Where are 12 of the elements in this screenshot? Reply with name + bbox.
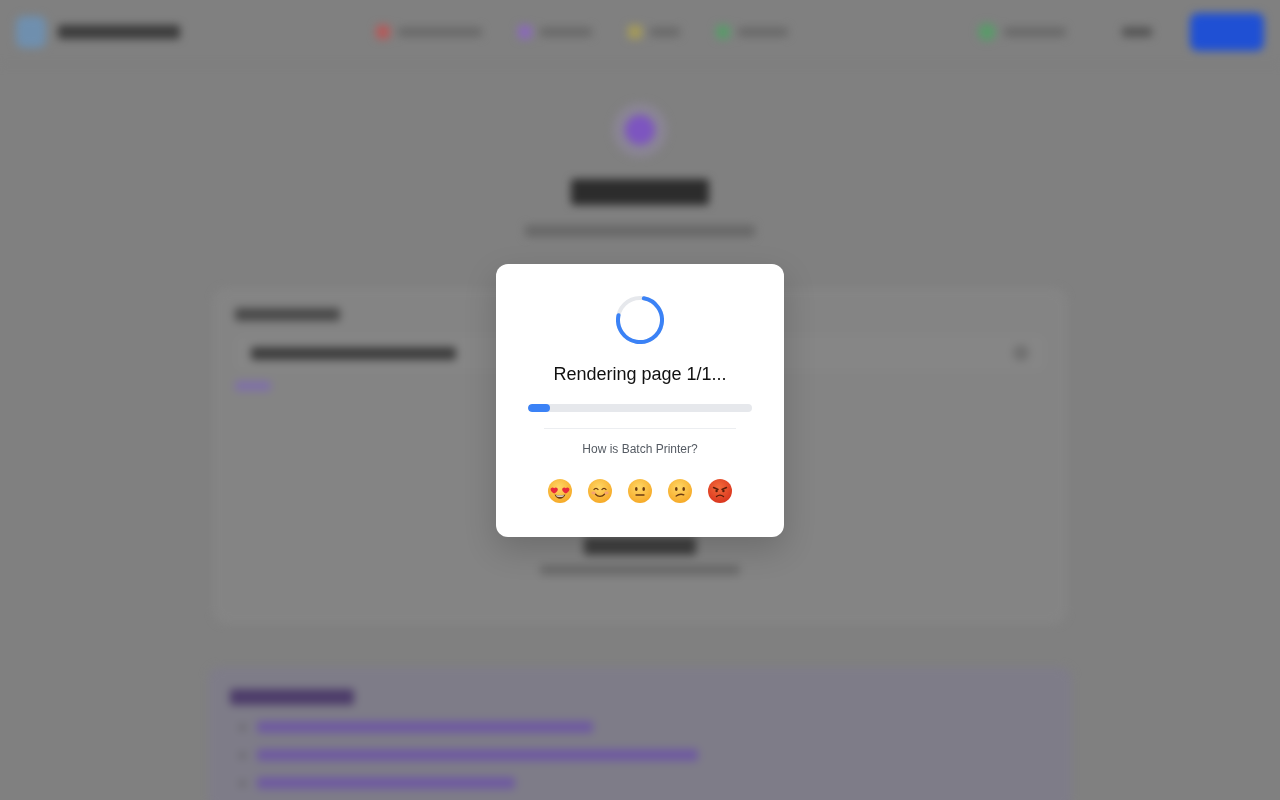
rating-button[interactable] bbox=[666, 477, 694, 505]
status-text: Rendering page 1/1... bbox=[553, 363, 727, 386]
loading-spinner-icon bbox=[616, 296, 664, 344]
angry-face-icon bbox=[708, 479, 732, 503]
rating-button[interactable] bbox=[626, 477, 654, 505]
smiling-face-icon bbox=[588, 479, 612, 503]
confused-face-icon bbox=[668, 479, 692, 503]
heart-eyes-face-icon bbox=[548, 479, 572, 503]
feedback-question: How is Batch Printer? bbox=[582, 442, 698, 456]
neutral-face-icon bbox=[628, 479, 652, 503]
rating-button[interactable] bbox=[586, 477, 614, 505]
rating-button[interactable] bbox=[706, 477, 734, 505]
